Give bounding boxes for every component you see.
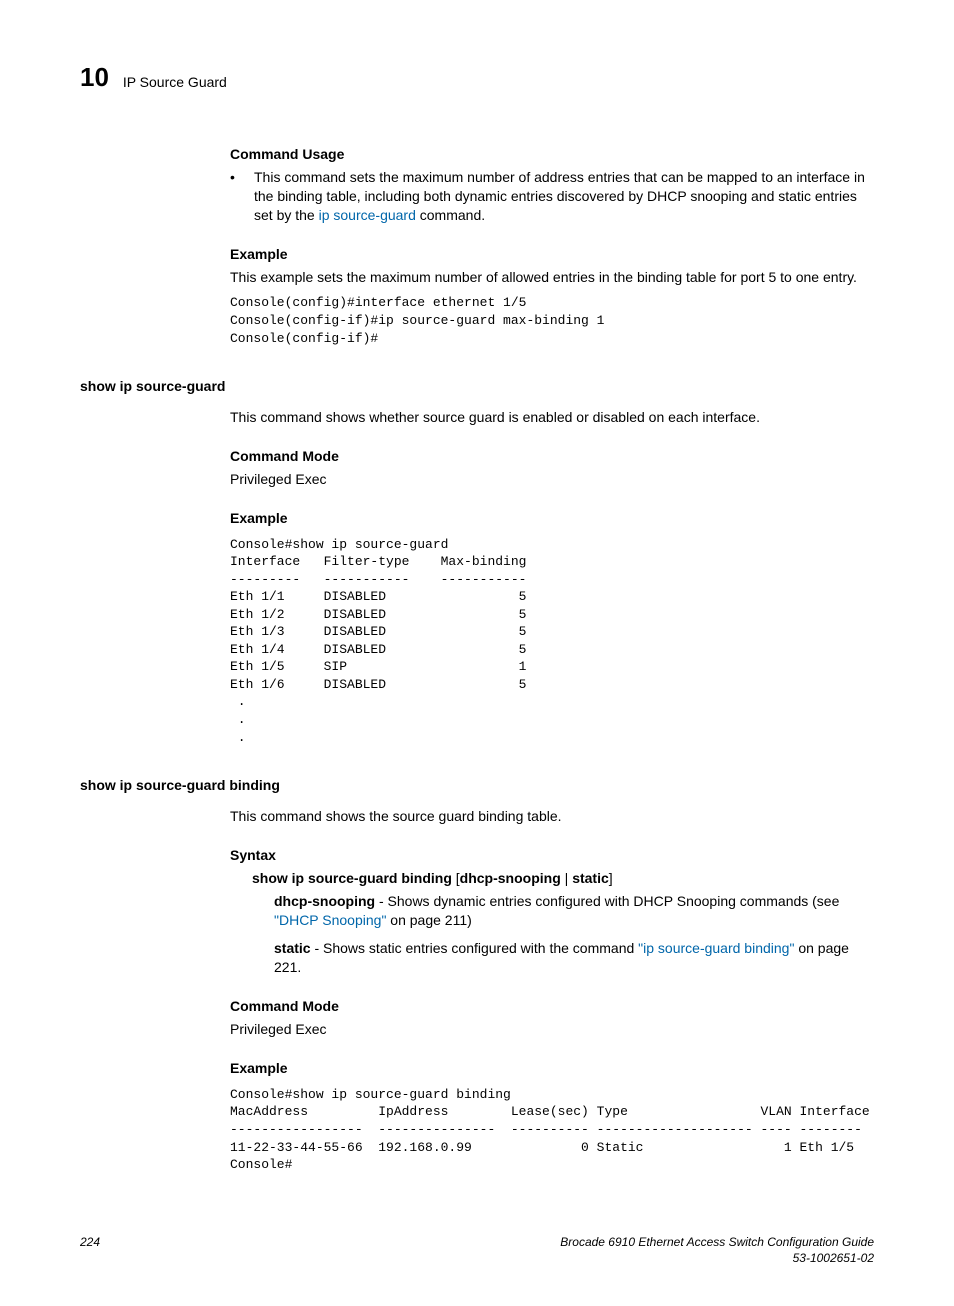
intro-text: This command shows the source guard bind… — [230, 807, 874, 826]
param-name: dhcp-snooping — [274, 893, 375, 909]
code-block: Console#show ip source-guard Interface F… — [230, 536, 874, 747]
mode-text: Privileged Exec — [230, 1020, 874, 1039]
bullet-item: • This command sets the maximum number o… — [230, 168, 874, 225]
text-fragment: command. — [416, 207, 485, 223]
heading-syntax: Syntax — [230, 846, 874, 865]
doc-number: 53-1002651-02 — [560, 1250, 874, 1266]
text-fragment: on page 211) — [386, 912, 471, 928]
bullet-text: This command sets the maximum number of … — [254, 168, 874, 225]
bullet-icon: • — [230, 168, 254, 225]
section-command-usage: Command Usage • This command sets the ma… — [230, 145, 874, 347]
mode-text: Privileged Exec — [230, 470, 874, 489]
text-fragment: - Shows static entries configured with t… — [311, 940, 639, 956]
book-title: Brocade 6910 Ethernet Access Switch Conf… — [560, 1234, 874, 1250]
heading-example: Example — [230, 245, 874, 264]
intro-text: This command shows whether source guard … — [230, 408, 874, 427]
syntax-bracket: [ — [452, 870, 460, 886]
page-number: 224 — [80, 1234, 100, 1266]
code-block: Console(config)#interface ethernet 1/5 C… — [230, 294, 874, 347]
chapter-title: IP Source Guard — [123, 73, 227, 92]
heading-show-ip-source-guard-binding: show ip source-guard binding — [80, 776, 874, 795]
link-dhcp-snooping[interactable]: "DHCP Snooping" — [274, 912, 386, 928]
footer-right: Brocade 6910 Ethernet Access Switch Conf… — [560, 1234, 874, 1266]
syntax-cmd: show ip source-guard binding — [252, 870, 452, 886]
link-ip-source-guard-binding[interactable]: "ip source-guard binding" — [638, 940, 794, 956]
heading-example: Example — [230, 1059, 874, 1078]
text-fragment: - Shows dynamic entries configured with … — [375, 893, 839, 909]
link-ip-source-guard[interactable]: ip source-guard — [319, 207, 416, 223]
page-footer: 224 Brocade 6910 Ethernet Access Switch … — [80, 1234, 874, 1266]
syntax-sep: | — [561, 870, 572, 886]
section-show-ip-source-guard-binding: This command shows the source guard bind… — [230, 807, 874, 1174]
heading-example: Example — [230, 509, 874, 528]
syntax-option: dhcp-snooping — [460, 870, 561, 886]
chapter-number: 10 — [80, 60, 109, 95]
heading-command-mode: Command Mode — [230, 997, 874, 1016]
heading-show-ip-source-guard: show ip source-guard — [80, 377, 874, 396]
syntax-bracket: ] — [609, 870, 613, 886]
heading-command-mode: Command Mode — [230, 447, 874, 466]
code-block: Console#show ip source-guard binding Mac… — [230, 1086, 874, 1174]
syntax-option: static — [572, 870, 609, 886]
param-name: static — [274, 940, 311, 956]
param-dhcp-snooping: dhcp-snooping - Shows dynamic entries co… — [274, 892, 874, 930]
syntax-line: show ip source-guard binding [dhcp-snoop… — [252, 869, 874, 888]
param-static: static - Shows static entries configured… — [274, 939, 874, 977]
heading-command-usage: Command Usage — [230, 145, 874, 164]
page-header: 10 IP Source Guard — [80, 60, 874, 95]
example-description: This example sets the maximum number of … — [230, 268, 874, 287]
section-show-ip-source-guard: This command shows whether source guard … — [230, 408, 874, 746]
